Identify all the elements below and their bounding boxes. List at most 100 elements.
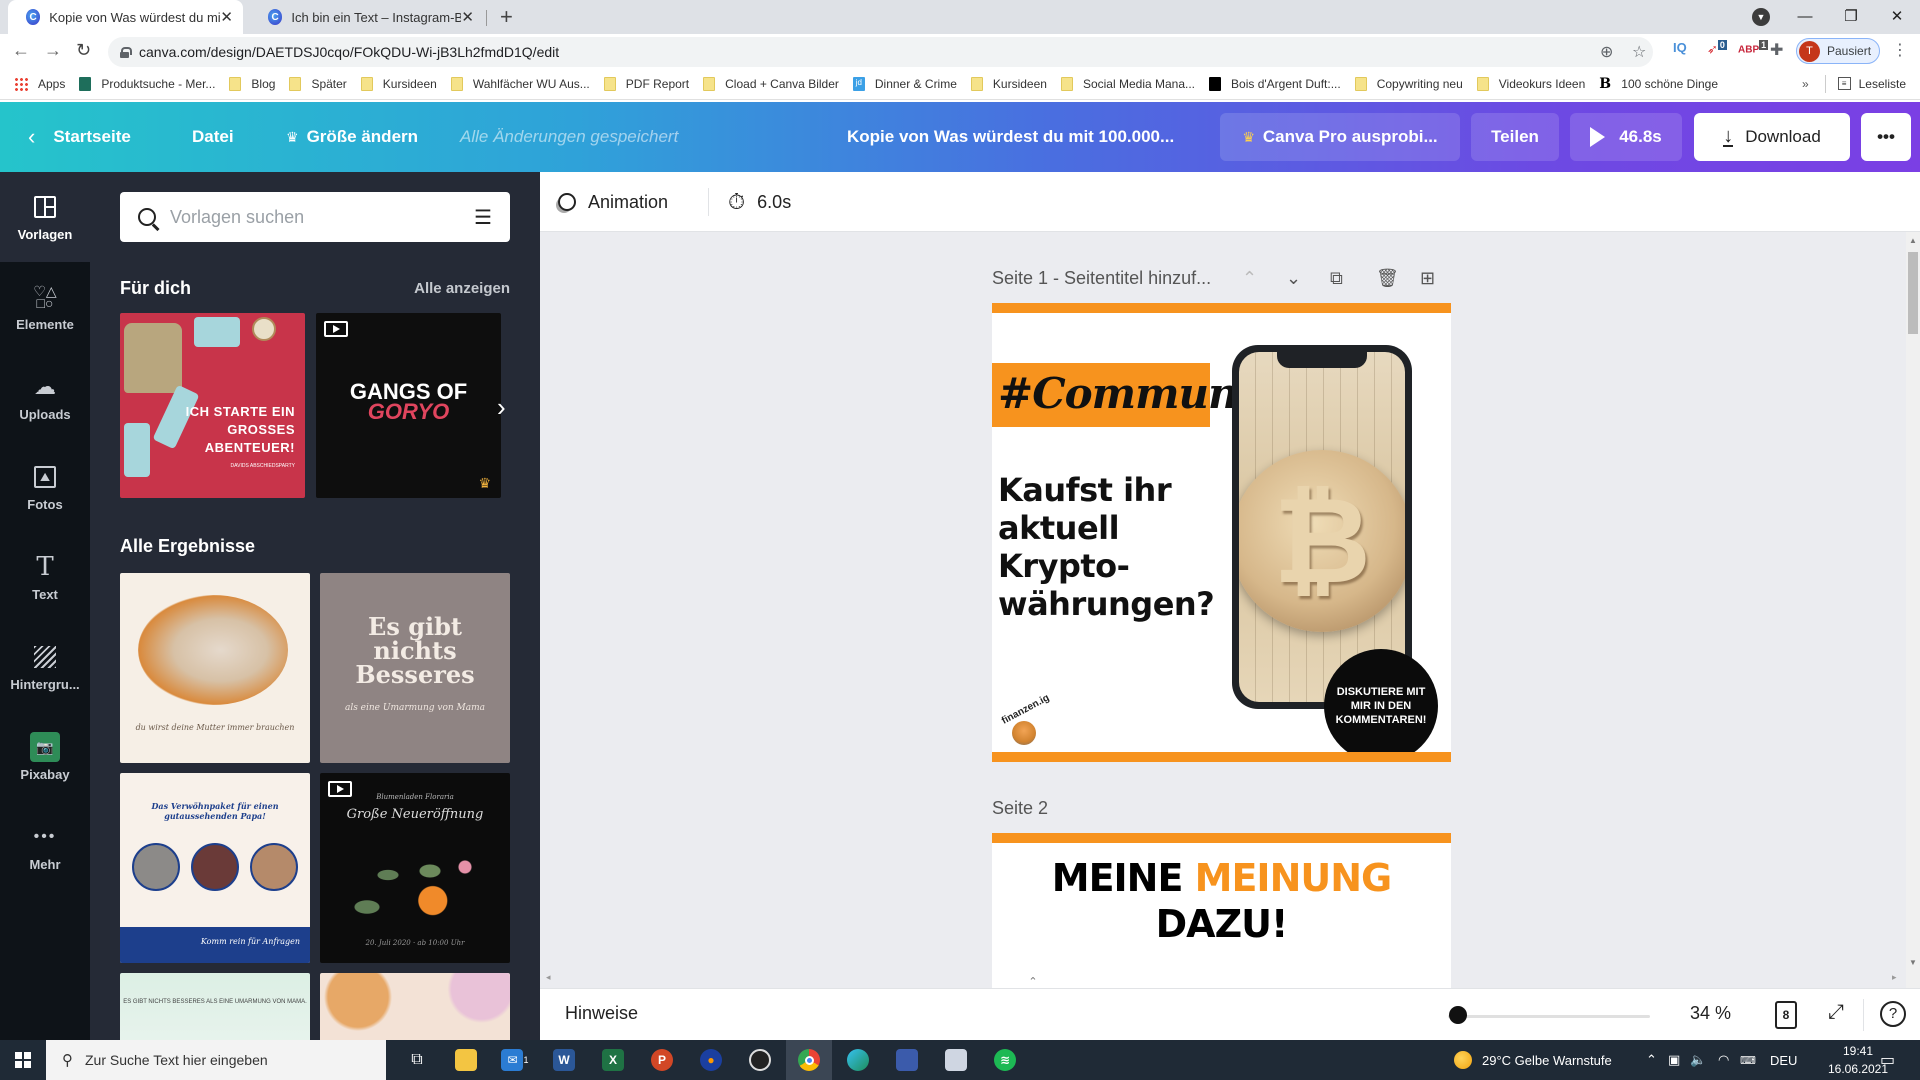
- obs-icon[interactable]: [737, 1040, 783, 1080]
- tray-overflow-icon[interactable]: ⌃: [1646, 1040, 1657, 1080]
- animation-button[interactable]: Animation: [558, 172, 668, 232]
- spotify-icon[interactable]: ≋: [982, 1040, 1028, 1080]
- zoom-percent[interactable]: 34 %: [1690, 1003, 1731, 1024]
- template-thumbnail[interactable]: ICH STARTE EIN GROSSES ABENTEUER! DAVIDS…: [120, 313, 305, 498]
- close-tab-icon[interactable]: ✕: [461, 8, 474, 26]
- discuss-badge[interactable]: DISKUTIERE MIT MIR IN DEN KOMMENTAREN!: [1324, 649, 1438, 762]
- reading-list-button[interactable]: Leseliste: [1859, 77, 1906, 91]
- try-canva-pro-button[interactable]: ♛ Canva Pro ausprobi...: [1220, 113, 1460, 161]
- template-thumbnail[interactable]: Das Verwöhnpaket für einen gutaussehende…: [120, 773, 310, 963]
- scroll-up-arrow[interactable]: ▲: [1909, 236, 1917, 245]
- file-explorer-icon[interactable]: [443, 1040, 489, 1080]
- rail-item-mehr[interactable]: ••• Mehr: [0, 802, 90, 892]
- scroll-right-arrow[interactable]: ▸: [1892, 972, 1897, 983]
- fullscreen-icon[interactable]: ⤢: [1828, 1001, 1844, 1024]
- volume-icon[interactable]: 🔈: [1690, 1040, 1706, 1080]
- bookmark-item[interactable]: Produktsuche - Mer...: [79, 76, 215, 91]
- new-tab-button[interactable]: +: [500, 4, 513, 30]
- bookmark-apps[interactable]: Apps: [14, 76, 65, 91]
- document-title[interactable]: Kopie von Was würdest du mit 100.000...: [847, 102, 1174, 172]
- minimize-button[interactable]: —: [1782, 0, 1828, 32]
- bookmark-star-icon[interactable]: ☆: [1632, 42, 1646, 62]
- zoom-slider[interactable]: [1448, 1015, 1650, 1018]
- bird-extension-icon[interactable]: ➶ 0: [1707, 40, 1727, 57]
- duplicate-page-icon[interactable]: ⧉: [1330, 268, 1343, 289]
- zoom-slider-handle[interactable]: [1449, 1006, 1468, 1024]
- move-page-up-icon[interactable]: ⌃: [1242, 268, 1257, 289]
- weather-widget[interactable]: 29°C Gelbe Warnstufe: [1454, 1040, 1612, 1080]
- notifications-icon[interactable]: ▭: [1880, 1040, 1895, 1080]
- profile-button[interactable]: T Pausiert: [1796, 38, 1880, 64]
- tab-search-icon[interactable]: ▼: [1752, 8, 1770, 26]
- edge-icon[interactable]: [835, 1040, 881, 1080]
- app-icon[interactable]: [884, 1040, 930, 1080]
- template-thumbnail[interactable]: Blumenladen Floraria Große Neueröffnung …: [320, 773, 510, 963]
- file-menu[interactable]: Datei: [192, 102, 234, 172]
- rail-item-vorlagen[interactable]: Vorlagen: [0, 172, 90, 262]
- template-search[interactable]: ☰: [120, 192, 510, 242]
- bookmark-folder[interactable]: Wahlfächer WU Aus...: [450, 76, 590, 91]
- language-indicator[interactable]: DEU: [1770, 1040, 1797, 1080]
- wifi-icon[interactable]: ◠: [1718, 1040, 1729, 1080]
- forward-arrow-icon[interactable]: →: [44, 40, 62, 61]
- extensions-puzzle-icon[interactable]: ✚: [1770, 40, 1783, 60]
- adblock-extension-icon[interactable]: ABP 1: [1738, 40, 1769, 55]
- bookmark-item[interactable]: B 100 schöne Dinge: [1599, 77, 1718, 91]
- page-grid-button[interactable]: 8: [1775, 1001, 1797, 1029]
- chrome-menu-icon[interactable]: ⋮: [1892, 40, 1908, 60]
- brand-logo[interactable]: finanzen.ig: [1000, 692, 1051, 747]
- bookmark-item[interactable]: jd Dinner & Crime: [852, 76, 957, 91]
- bookmark-folder[interactable]: Videokurs Ideen: [1476, 76, 1585, 91]
- vertical-scrollbar[interactable]: ▲ ▼: [1906, 232, 1920, 988]
- mail-icon[interactable]: ✉ 1: [492, 1040, 538, 1080]
- bookmark-folder[interactable]: Social Media Mana...: [1060, 76, 1195, 91]
- filter-sliders-icon[interactable]: ☰: [474, 205, 492, 230]
- scroll-down-arrow[interactable]: ▼: [1909, 958, 1917, 967]
- bookmark-folder[interactable]: Kursideen: [360, 76, 437, 91]
- community-tag[interactable]: #Community: [992, 363, 1295, 427]
- back-arrow-icon[interactable]: ←: [12, 40, 30, 61]
- reload-icon[interactable]: ↻: [76, 40, 91, 61]
- page-1[interactable]: #Community Kaufst ihr aktuell Krypto- wä…: [992, 303, 1451, 762]
- iq-extension-icon[interactable]: IQ: [1673, 40, 1687, 55]
- address-bar[interactable]: canva.com/design/DAETDSJ0cqo/FOkQDU-Wi-j…: [108, 37, 1653, 67]
- page-2-title[interactable]: Seite 2: [992, 798, 1048, 819]
- chrome-icon[interactable]: [786, 1040, 832, 1080]
- rail-item-elemente[interactable]: ♡△ □○ Elemente: [0, 262, 90, 352]
- powerpoint-icon[interactable]: P: [639, 1040, 685, 1080]
- template-thumbnail[interactable]: ES GIBT NICHTS BESSERES ALS EINE UMARMUN…: [120, 973, 310, 1040]
- rail-item-pixabay[interactable]: 📷 Pixabay: [0, 712, 90, 802]
- template-thumbnail[interactable]: du wirst deine Mutter immer brauchen: [120, 573, 310, 763]
- app-icon[interactable]: ●: [688, 1040, 734, 1080]
- move-page-down-icon[interactable]: ⌄: [1286, 268, 1301, 289]
- template-thumbnail[interactable]: [320, 973, 510, 1040]
- browser-tab[interactable]: C Ich bin ein Text – Instagram-Beitr ✕: [250, 0, 484, 34]
- expand-pages-button[interactable]: ⌃: [1013, 975, 1053, 989]
- delete-page-icon[interactable]: 🗑: [1376, 268, 1399, 289]
- more-options-button[interactable]: •••: [1861, 113, 1911, 161]
- start-button[interactable]: [0, 1040, 46, 1080]
- resize-button[interactable]: ♛ Größe ändern: [286, 102, 418, 172]
- close-tab-icon[interactable]: ✕: [220, 8, 233, 26]
- headline-text[interactable]: Kaufst ihr aktuell Krypto- währungen?: [998, 471, 1215, 623]
- keyboard-icon[interactable]: ⌨: [1740, 1040, 1756, 1080]
- scroll-left-arrow[interactable]: ◂: [546, 972, 551, 983]
- rail-item-uploads[interactable]: ☁ Uploads: [0, 352, 90, 442]
- download-button[interactable]: ↓ Download: [1694, 113, 1850, 161]
- rail-item-fotos[interactable]: ⛰ Fotos: [0, 442, 90, 532]
- bookmark-folder[interactable]: Copywriting neu: [1354, 76, 1463, 91]
- search-input[interactable]: [170, 206, 475, 228]
- bookmark-folder[interactable]: Kursideen: [970, 76, 1047, 91]
- bookmark-folder[interactable]: Blog: [229, 76, 275, 91]
- bookmark-folder[interactable]: PDF Report: [603, 76, 689, 91]
- help-icon[interactable]: ?: [1880, 1001, 1906, 1027]
- taskbar-search[interactable]: ⚲ Zur Suche Text hier eingeben: [46, 1040, 386, 1080]
- present-button[interactable]: 46.8s: [1570, 113, 1682, 161]
- zoom-magnifier-icon[interactable]: ⊕: [1600, 42, 1613, 62]
- app-icon[interactable]: [933, 1040, 979, 1080]
- template-thumbnail[interactable]: Es gibt nichts Besseres als eine Umarmun…: [320, 573, 510, 763]
- home-button[interactable]: ‹ Startseite: [28, 102, 131, 172]
- page-2[interactable]: MEINE MEINUNG DAZU!: [992, 833, 1451, 988]
- notes-button[interactable]: Hinweise: [565, 1003, 638, 1024]
- page-2-headline[interactable]: MEINE MEINUNG DAZU!: [992, 855, 1451, 947]
